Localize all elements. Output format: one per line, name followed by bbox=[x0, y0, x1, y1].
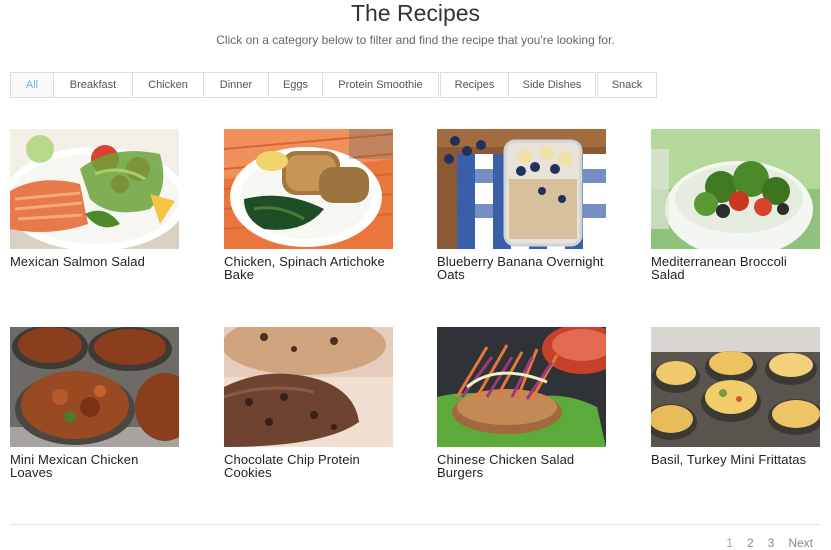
recipe-image-chicken-loaves[interactable] bbox=[10, 327, 179, 447]
recipe-image-broccoli-salad[interactable] bbox=[651, 129, 820, 249]
page-link-3[interactable]: 3 bbox=[768, 536, 775, 550]
pagination: 1 2 3 Next bbox=[712, 536, 813, 550]
recipe-card[interactable]: Mediterranean Broccoli Salad bbox=[651, 129, 821, 281]
filter-eggs[interactable]: Eggs bbox=[268, 72, 323, 98]
filter-all[interactable]: All bbox=[10, 72, 54, 98]
recipe-card[interactable]: Chicken, Spinach Artichoke Bake bbox=[224, 129, 394, 281]
recipe-image-salmon-salad[interactable] bbox=[10, 129, 179, 249]
recipe-card[interactable]: Mini Mexican Chicken Loaves bbox=[10, 327, 180, 479]
page-link-2[interactable]: 2 bbox=[747, 536, 754, 550]
page-subtitle: Click on a category below to filter and … bbox=[216, 33, 615, 47]
recipe-title[interactable]: Mediterranean Broccoli Salad bbox=[651, 255, 821, 281]
recipe-title[interactable]: Blueberry Banana Overnight Oats bbox=[437, 255, 607, 281]
recipe-image-protein-cookies[interactable] bbox=[224, 327, 393, 447]
recipe-image-chicken-salad-burgers[interactable] bbox=[437, 327, 606, 447]
recipe-card[interactable]: Basil, Turkey Mini Frittatas bbox=[651, 327, 821, 466]
filter-dinner[interactable]: Dinner bbox=[203, 72, 269, 98]
recipe-image-mini-frittatas[interactable] bbox=[651, 327, 820, 447]
recipe-title[interactable]: Chicken, Spinach Artichoke Bake bbox=[224, 255, 394, 281]
filter-breakfast[interactable]: Breakfast bbox=[53, 72, 133, 98]
recipe-title[interactable]: Chocolate Chip Protein Cookies bbox=[224, 453, 394, 479]
recipe-card[interactable]: Blueberry Banana Overnight Oats bbox=[437, 129, 607, 281]
page-title: The Recipes bbox=[350, 0, 481, 26]
page-link-1[interactable]: 1 bbox=[726, 536, 733, 550]
recipe-card[interactable]: Chocolate Chip Protein Cookies bbox=[224, 327, 394, 479]
recipe-title[interactable]: Mexican Salmon Salad bbox=[10, 255, 180, 268]
filter-recipes[interactable]: Recipes bbox=[440, 72, 509, 98]
recipe-image-chicken-spinach-bake[interactable] bbox=[224, 129, 393, 249]
recipe-image-overnight-oats[interactable] bbox=[437, 129, 606, 249]
footer-divider bbox=[10, 524, 820, 525]
filter-chicken[interactable]: Chicken bbox=[132, 72, 204, 98]
recipe-title[interactable]: Basil, Turkey Mini Frittatas bbox=[651, 453, 821, 466]
filter-protein-smoothie[interactable]: Protein Smoothie bbox=[322, 72, 439, 98]
filter-side-dishes[interactable]: Side Dishes bbox=[508, 72, 596, 98]
category-filter-bar: All Breakfast Chicken Dinner Eggs Protei… bbox=[10, 72, 657, 98]
filter-snack[interactable]: Snack bbox=[597, 72, 657, 98]
recipe-card[interactable]: Chinese Chicken Salad Burgers bbox=[437, 327, 607, 479]
recipe-title[interactable]: Chinese Chicken Salad Burgers bbox=[437, 453, 607, 479]
recipe-title[interactable]: Mini Mexican Chicken Loaves bbox=[10, 453, 180, 479]
recipe-card[interactable]: Mexican Salmon Salad bbox=[10, 129, 180, 268]
next-page-link[interactable]: Next bbox=[788, 536, 813, 550]
